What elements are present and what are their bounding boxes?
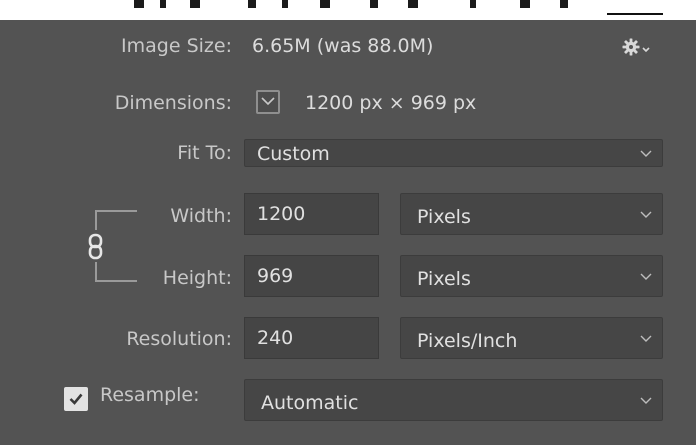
dimensions-label: Dimensions: [114,92,232,114]
resample-method-select[interactable]: Automatic [244,379,663,421]
height-label: Height: [162,267,232,289]
fit-to-value: Custom [257,143,330,165]
top-glyph [560,0,568,8]
top-underline [607,13,663,15]
width-unit-value: Pixels [417,206,471,228]
chevron-down-icon [640,397,652,404]
height-unit-value: Pixels [417,268,471,290]
chevron-down-icon [261,97,275,106]
width-input[interactable]: 1200 [244,193,379,235]
constrain-bracket-bottom [95,262,137,282]
top-glyph [520,0,530,8]
image-size-panel: Image Size: 6.65M (was 88.0M) Dimensions… [0,0,696,445]
dimensions-unit-dropdown[interactable] [256,90,280,114]
resolution-label: Resolution: [126,328,232,350]
chevron-down-icon [640,150,652,157]
resample-method-value: Automatic [261,392,359,414]
chevron-down-icon [640,211,652,218]
top-glyph [134,0,144,8]
top-glyph [160,0,166,8]
fit-to-label: Fit To: [177,142,232,164]
width-label: Width: [170,205,232,227]
resample-checkbox[interactable] [64,387,88,411]
checkmark-icon [69,393,83,405]
resolution-input[interactable]: 240 [244,317,379,359]
top-glyph [470,0,476,8]
height-unit-select[interactable]: Pixels [400,255,663,297]
gear-icon[interactable] [621,36,655,58]
top-strip [0,0,696,20]
resolution-unit-select[interactable]: Pixels/Inch [400,317,663,359]
top-glyph [370,0,378,8]
top-glyph [190,0,200,8]
dimensions-value: 1200 px × 969 px [305,92,477,114]
image-size-value: 6.65M (was 88.0M) [252,35,434,57]
resolution-unit-value: Pixels/Inch [417,330,518,352]
image-size-label: Image Size: [121,35,232,57]
constrain-bracket-top [95,210,137,230]
top-glyph [320,0,330,8]
height-input[interactable]: 969 [244,255,379,297]
chain-link-icon[interactable] [85,232,107,262]
top-glyph [408,0,418,8]
chevron-down-icon [640,273,652,280]
width-unit-select[interactable]: Pixels [400,193,663,235]
top-glyph [248,0,256,8]
fit-to-select[interactable]: Custom [244,139,663,167]
top-glyph [282,0,288,8]
chevron-down-icon [640,335,652,342]
resample-label: Resample: [100,384,200,406]
